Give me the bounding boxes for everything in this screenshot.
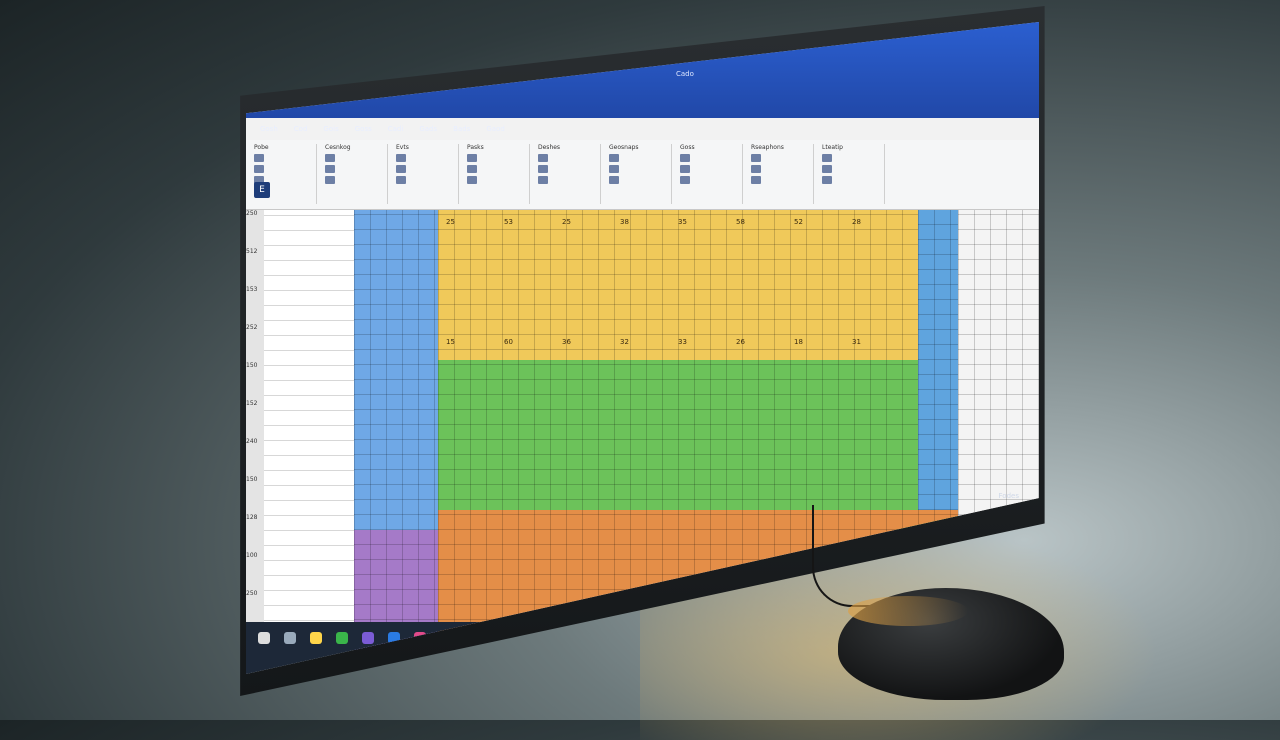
cell-value[interactable]: 52 <box>794 218 803 226</box>
ribbon-button-icon[interactable] <box>680 165 690 173</box>
ribbon-button-icon[interactable] <box>325 176 335 184</box>
ribbon-button-icon[interactable] <box>467 176 477 184</box>
ribbon-button-icon[interactable] <box>538 165 548 173</box>
cell-value[interactable]: 28 <box>852 218 861 226</box>
ribbon-button-icon[interactable] <box>751 154 761 162</box>
files-icon[interactable] <box>310 632 322 644</box>
status-text: Fodes <box>998 492 1019 500</box>
ribbon-button-icon[interactable] <box>325 165 335 173</box>
ribbon-button-icon[interactable] <box>822 176 832 184</box>
ribbon-button-icon[interactable] <box>467 154 477 162</box>
ribbon-button-icon[interactable] <box>609 176 619 184</box>
ribbon-group-label: Geosnaps <box>609 144 639 151</box>
ribbon-group[interactable]: Cesnkog <box>325 144 388 204</box>
ribbon-group-label: Pobe <box>254 144 269 151</box>
ribbon-button-icon[interactable] <box>822 154 832 162</box>
cell-value[interactable]: 15 <box>446 338 455 346</box>
row-label: 512 <box>246 248 258 255</box>
mouse-cable <box>812 505 874 607</box>
ribbon-group-label: Rseaphons <box>751 144 784 151</box>
ribbon-button-icon[interactable] <box>822 165 832 173</box>
row-label: 250 <box>246 210 258 217</box>
ribbon-group[interactable]: Goss <box>680 144 743 204</box>
ribbon-group[interactable]: Deshes <box>538 144 601 204</box>
ribbon-group-label: Cesnkog <box>325 144 351 151</box>
cell-value[interactable]: 53 <box>504 218 513 226</box>
ribbon-button-icon[interactable] <box>396 154 406 162</box>
label-column <box>264 210 354 650</box>
ribbon-group[interactable]: Geosnaps <box>609 144 672 204</box>
row-label: 240 <box>246 438 258 445</box>
ribbon-tabs: Gosh Cod Gois Goss Cadi Gads Bads Gaod <box>246 118 1039 140</box>
ribbon-button-icon[interactable] <box>680 176 690 184</box>
row-label: 252 <box>246 324 258 331</box>
ribbon-group-label: Goss <box>680 144 695 151</box>
yellow-block[interactable] <box>438 210 918 380</box>
cell-value[interactable]: 26 <box>736 338 745 346</box>
ribbon-button-icon[interactable] <box>254 165 264 173</box>
right-blue-block[interactable] <box>918 210 958 510</box>
cell-value[interactable]: 60 <box>504 338 513 346</box>
row-label: 150 <box>246 476 258 483</box>
app-icon[interactable]: E <box>254 182 270 198</box>
ribbon-button-icon[interactable] <box>538 154 548 162</box>
ribbon-button-icon[interactable] <box>396 165 406 173</box>
cell-value[interactable]: 58 <box>736 218 745 226</box>
ribbon-button-icon[interactable] <box>325 154 335 162</box>
ribbon: Pobe Cesnkog Evts Pasks Deshes Geosnaps Goss Rs… <box>246 140 1039 210</box>
row-label: 128 <box>246 514 258 521</box>
ribbon-tab[interactable]: Bads <box>453 125 470 133</box>
ribbon-button-icon[interactable] <box>680 154 690 162</box>
ribbon-button-icon[interactable] <box>751 165 761 173</box>
ribbon-group-label: Pasks <box>467 144 484 151</box>
ribbon-tab[interactable]: Gaod <box>486 125 504 133</box>
green-block[interactable] <box>438 360 958 530</box>
cell-value[interactable]: 35 <box>678 218 687 226</box>
ribbon-group[interactable]: Lteatip <box>822 144 885 204</box>
title-bar: Cado <box>246 22 1039 118</box>
browser-icon[interactable] <box>336 632 348 644</box>
cell-value[interactable]: 36 <box>562 338 571 346</box>
cell-value[interactable]: 25 <box>446 218 455 226</box>
ribbon-button-icon[interactable] <box>396 176 406 184</box>
ribbon-group-label: Lteatip <box>822 144 843 151</box>
ribbon-button-icon[interactable] <box>609 154 619 162</box>
ribbon-tab[interactable]: Gads <box>419 125 437 133</box>
mail-icon[interactable] <box>362 632 374 644</box>
ribbon-button-icon[interactable] <box>609 165 619 173</box>
ribbon-tab[interactable]: Gosh <box>260 125 278 133</box>
ribbon-group-label: Deshes <box>538 144 561 151</box>
row-label: 150 <box>246 362 258 369</box>
row-headers: 250 512 153 252 150 152 240 150 128 100 250 <box>246 210 265 650</box>
ribbon-group[interactable]: Pasks <box>467 144 530 204</box>
ribbon-tab[interactable]: Goss <box>355 125 372 133</box>
cell-value[interactable]: 31 <box>852 338 861 346</box>
row-label: 100 <box>246 552 258 559</box>
ribbon-tab[interactable]: Cod <box>294 125 308 133</box>
start-icon[interactable] <box>258 632 270 644</box>
ribbon-tab[interactable]: Cadi <box>388 125 404 133</box>
ribbon-group[interactable]: Evts <box>396 144 459 204</box>
ribbon-button-icon[interactable] <box>254 154 264 162</box>
ribbon-group[interactable]: Rseaphons <box>751 144 814 204</box>
ribbon-tab[interactable]: Gois <box>323 125 338 133</box>
mouse-highlight <box>848 596 968 626</box>
cell-value[interactable]: 32 <box>620 338 629 346</box>
ribbon-button-icon[interactable] <box>538 176 548 184</box>
window-title: Cado <box>676 70 694 78</box>
cell-value[interactable]: 33 <box>678 338 687 346</box>
row-label: 153 <box>246 286 258 293</box>
ribbon-button-icon[interactable] <box>751 176 761 184</box>
ribbon-button-icon[interactable] <box>467 165 477 173</box>
ribbon-group-label: Evts <box>396 144 409 151</box>
search-icon[interactable] <box>284 632 296 644</box>
row-label: 152 <box>246 400 258 407</box>
cell-value[interactable]: 38 <box>620 218 629 226</box>
cell-value[interactable]: 25 <box>562 218 571 226</box>
cell-value[interactable]: 18 <box>794 338 803 346</box>
